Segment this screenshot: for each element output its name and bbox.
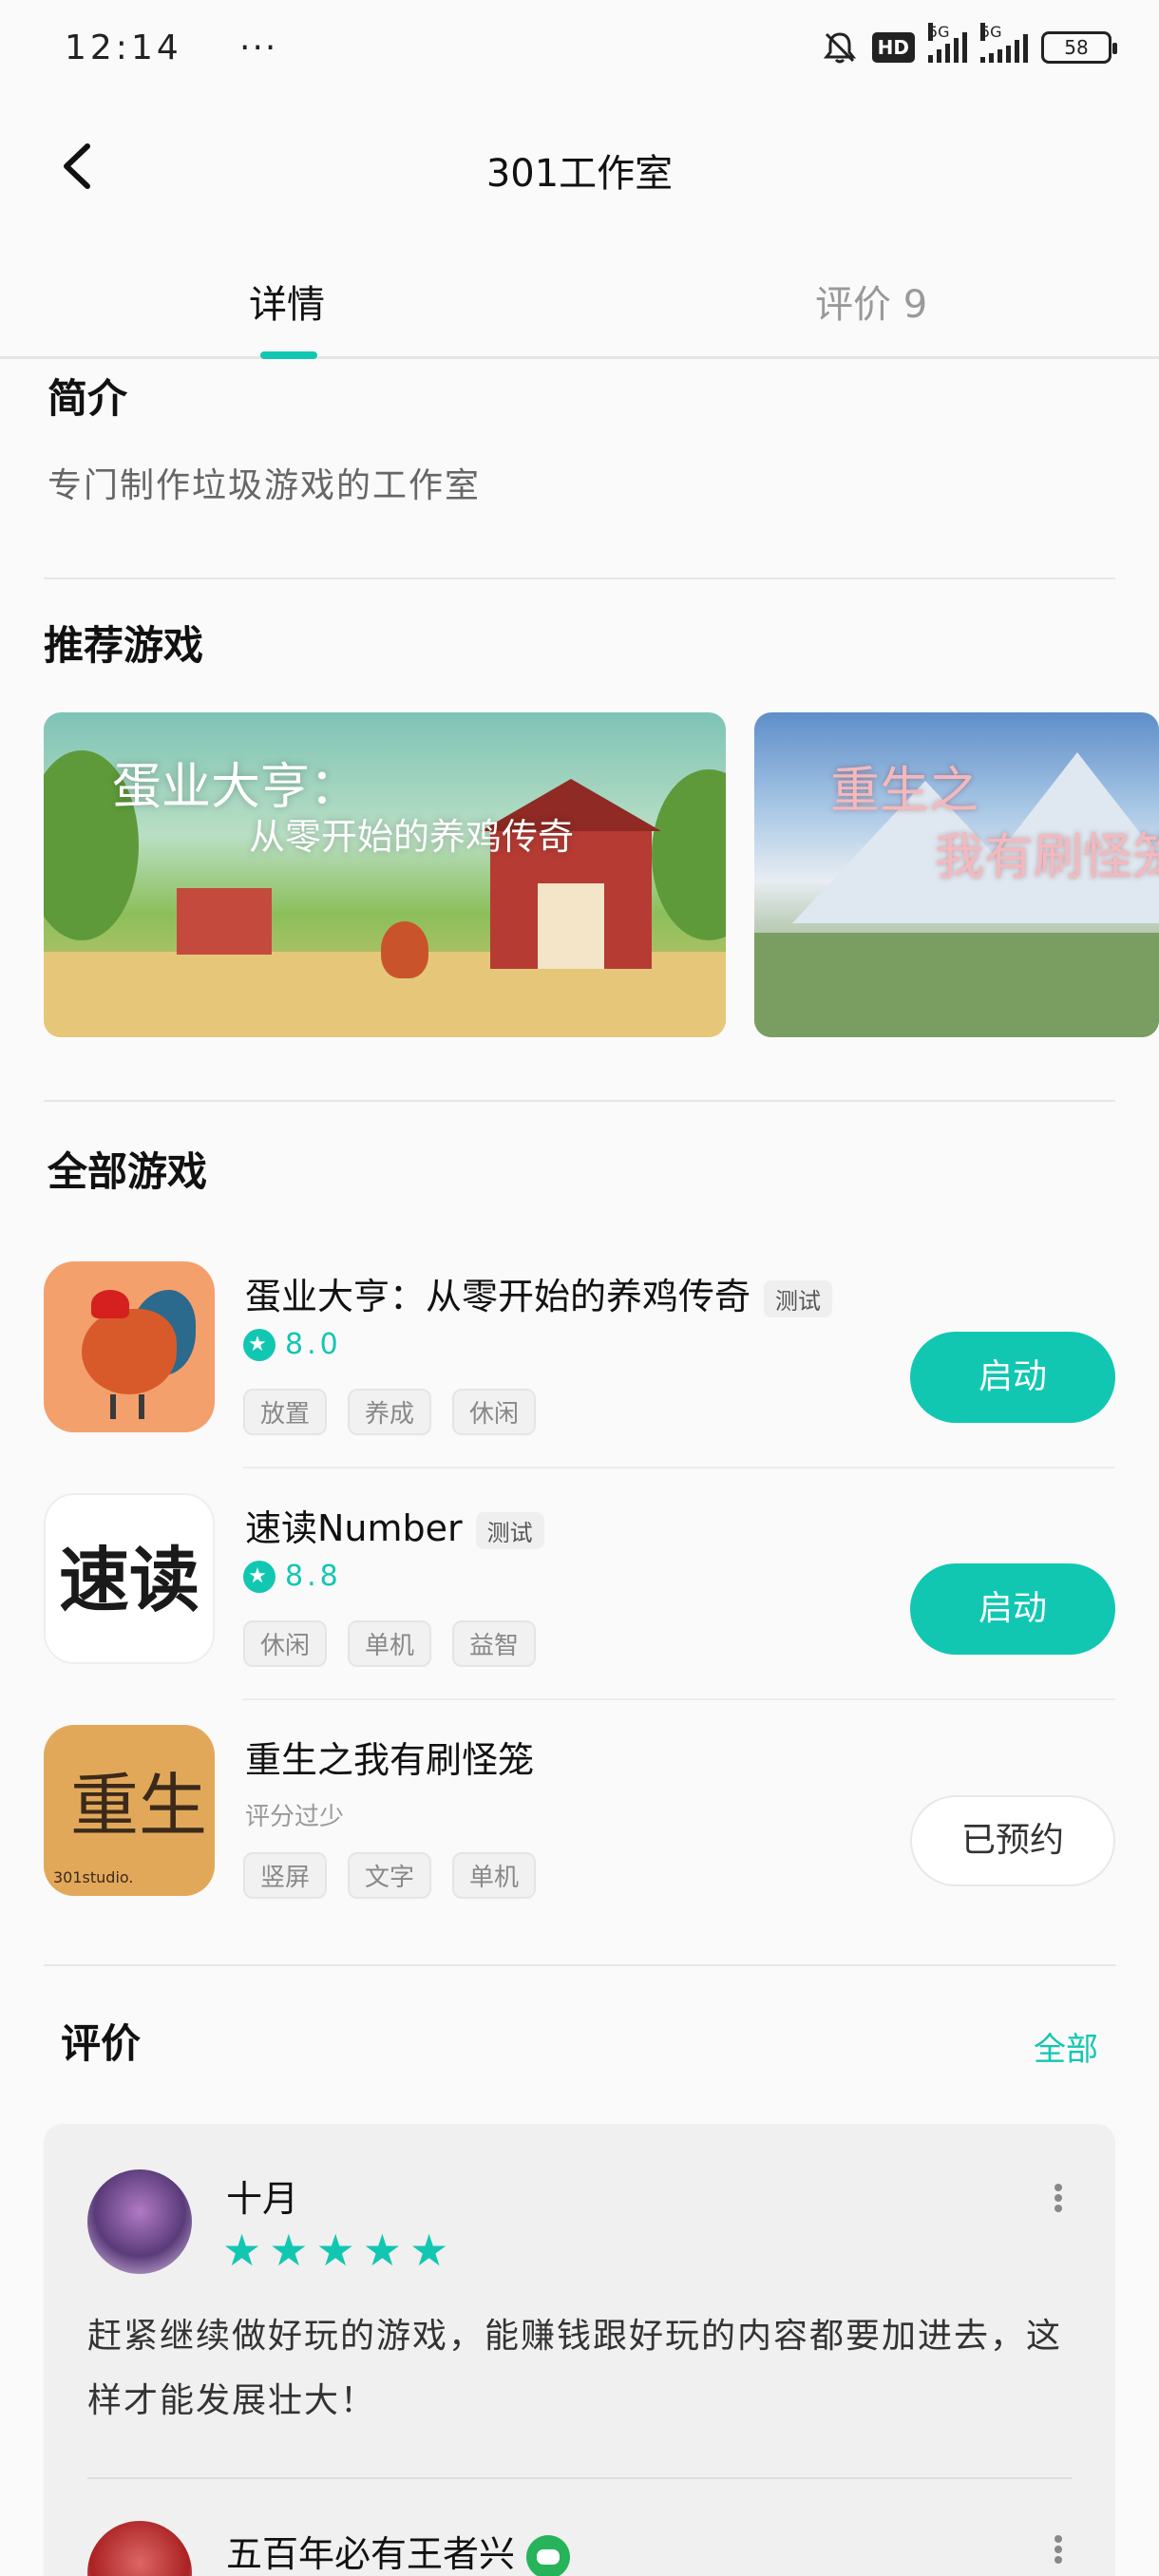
reviewer-name[interactable]: 十月 — [226, 2169, 298, 2222]
game-name[interactable]: 蛋业大亨：从零开始的养鸡传奇 测试 — [245, 1267, 833, 1319]
reviews-title: 评价 — [61, 2020, 142, 2067]
game-title: 速读Number — [245, 1507, 463, 1549]
reserved-button[interactable]: 已预约 — [910, 1795, 1115, 1886]
game-rating: ★ 8.0 — [243, 1328, 342, 1361]
signal-icon: 5G — [980, 23, 1028, 63]
tab-detail[interactable]: 详情 — [249, 274, 325, 329]
banner-egg-tycoon[interactable]: 蛋业大亨： 从零开始的养鸡传奇 — [44, 712, 726, 1037]
review-text: 赶紧继续做好玩的游戏，能赚钱跟好玩的内容都要加进去，这样才能发展壮大！ — [87, 2317, 1063, 2420]
hd-badge: HD — [871, 32, 915, 63]
game-tags: 竖屏 文字 单机 — [243, 1852, 537, 1899]
banner-house — [177, 888, 272, 955]
game-icon-speed-read[interactable]: 速读 — [44, 1493, 215, 1664]
section-divider — [44, 578, 1115, 579]
star-icon: ★ — [269, 2225, 309, 2276]
launch-button[interactable]: 启动 — [910, 1332, 1115, 1423]
icon-scribble: 重生 — [70, 1766, 208, 1846]
reviews-all-link[interactable]: 全部 — [1034, 2023, 1098, 2070]
game-tags: 放置 养成 休闲 — [243, 1389, 537, 1435]
review-card: 十月 ★ ★ ★ ★ ★ 赶紧继续做好玩的游戏，能赚钱跟好玩的内容都要加进去，这… — [44, 2124, 1115, 2576]
game-tag: 单机 — [452, 1852, 537, 1899]
banner-rooster — [381, 921, 428, 978]
signal-icon: 5G — [928, 23, 967, 63]
intro-text: 专门制作垃圾游戏的工作室 — [48, 466, 482, 505]
game-tag: 文字 — [348, 1852, 432, 1899]
banner-subtitle: 从零开始的养鸡传奇 — [249, 816, 575, 858]
status-more-dots: ··· — [239, 28, 278, 67]
reviewer-name: 五百年必有王者兴 — [226, 2533, 516, 2575]
more-vertical-icon[interactable] — [1049, 2532, 1068, 2570]
recommended-title: 推荐游戏 — [44, 622, 204, 669]
section-divider — [44, 1100, 1115, 1102]
page-title: 301工作室 — [485, 152, 674, 196]
more-vertical-icon[interactable] — [1049, 2181, 1068, 2219]
star-icon: ★ — [362, 2225, 402, 2276]
game-tag: 休闲 — [452, 1389, 537, 1435]
status-icons: HD 5G 5G 58 — [821, 23, 1117, 66]
game-tag: 放置 — [243, 1389, 328, 1435]
rating-value: 8.0 — [285, 1328, 342, 1361]
rooster-comb — [91, 1290, 129, 1318]
row-divider — [243, 1698, 1115, 1700]
network-label: 5G — [980, 23, 1002, 41]
banner-field — [754, 933, 1159, 1037]
test-badge: 测试 — [764, 1280, 833, 1317]
mute-bell-icon — [823, 32, 856, 64]
tab-bar: 详情 评价 9 — [0, 256, 1159, 359]
game-row: 速读 速读Number 测试 ★ 8.8 休闲 单机 益智 启动 — [0, 1493, 1159, 1702]
game-title: 重生之我有刷怪笼 — [245, 1739, 535, 1781]
game-tag: 单机 — [348, 1620, 432, 1667]
game-icon-egg-tycoon[interactable] — [44, 1261, 215, 1432]
game-icon-spawner[interactable]: 重生 301studio. — [44, 1725, 215, 1896]
banner-tree — [652, 769, 726, 940]
star-icon: ★ — [222, 2225, 262, 2276]
test-badge: 测试 — [475, 1512, 544, 1549]
reviewer-name-row[interactable]: 五百年必有王者兴 — [226, 2525, 571, 2576]
all-games-title: 全部游戏 — [48, 1148, 208, 1195]
icon-calligraphy: 速读 — [59, 1540, 200, 1621]
network-label: 5G — [928, 23, 950, 41]
tab-reviews[interactable]: 评价 9 — [815, 274, 927, 329]
rating-star-icon: ★ — [243, 1328, 276, 1361]
row-divider — [243, 1467, 1115, 1468]
game-tags: 休闲 单机 益智 — [243, 1620, 537, 1667]
star-icon: ★ — [315, 2225, 355, 2276]
gamepad-badge-icon — [526, 2534, 571, 2576]
rooster-leg — [139, 1394, 144, 1419]
icon-studio-text: 301studio. — [53, 1868, 134, 1886]
battery-icon: 58 — [1041, 31, 1117, 64]
banner-title: 重生之 — [830, 763, 979, 820]
rooster-leg — [110, 1394, 116, 1419]
game-name[interactable]: 速读Number 测试 — [245, 1499, 544, 1551]
avatar[interactable] — [87, 2521, 192, 2576]
game-tag: 养成 — [348, 1389, 432, 1435]
game-title: 蛋业大亨：从零开始的养鸡传奇 — [245, 1276, 751, 1317]
game-tag: 休闲 — [243, 1620, 328, 1667]
app-header: 301工作室 — [0, 114, 1159, 218]
barn-door — [538, 883, 604, 969]
rating-insufficient: 评分过少 — [245, 1803, 345, 1831]
game-tag: 竖屏 — [243, 1852, 328, 1899]
rooster-body — [82, 1309, 177, 1394]
game-row: 重生 301studio. 重生之我有刷怪笼 评分过少 竖屏 文字 单机 已预约 — [0, 1725, 1159, 1934]
game-tag: 益智 — [452, 1620, 537, 1667]
launch-button[interactable]: 启动 — [910, 1563, 1115, 1655]
banner-spawner[interactable]: 重生之 我有刷怪笼 — [754, 712, 1159, 1037]
section-divider — [44, 1964, 1115, 1966]
banner-subtitle: 我有刷怪笼 — [935, 829, 1159, 886]
intro-title: 简介 — [48, 375, 128, 422]
tab-active-indicator — [260, 351, 317, 359]
review-stars: ★ ★ ★ ★ ★ — [222, 2228, 448, 2272]
game-row: 蛋业大亨：从零开始的养鸡传奇 测试 ★ 8.0 放置 养成 休闲 启动 — [0, 1261, 1159, 1470]
avatar[interactable] — [87, 2169, 192, 2274]
star-icon: ★ — [409, 2225, 449, 2276]
review-divider — [87, 2477, 1072, 2479]
game-rating: ★ 8.8 — [243, 1560, 342, 1593]
status-bar: 12:14 ··· HD 5G 5G 58 — [0, 0, 1159, 104]
rating-star-icon: ★ — [243, 1560, 276, 1593]
game-name[interactable]: 重生之我有刷怪笼 — [245, 1731, 534, 1783]
status-time: 12:14 — [65, 28, 182, 67]
rating-value: 8.8 — [285, 1560, 342, 1593]
